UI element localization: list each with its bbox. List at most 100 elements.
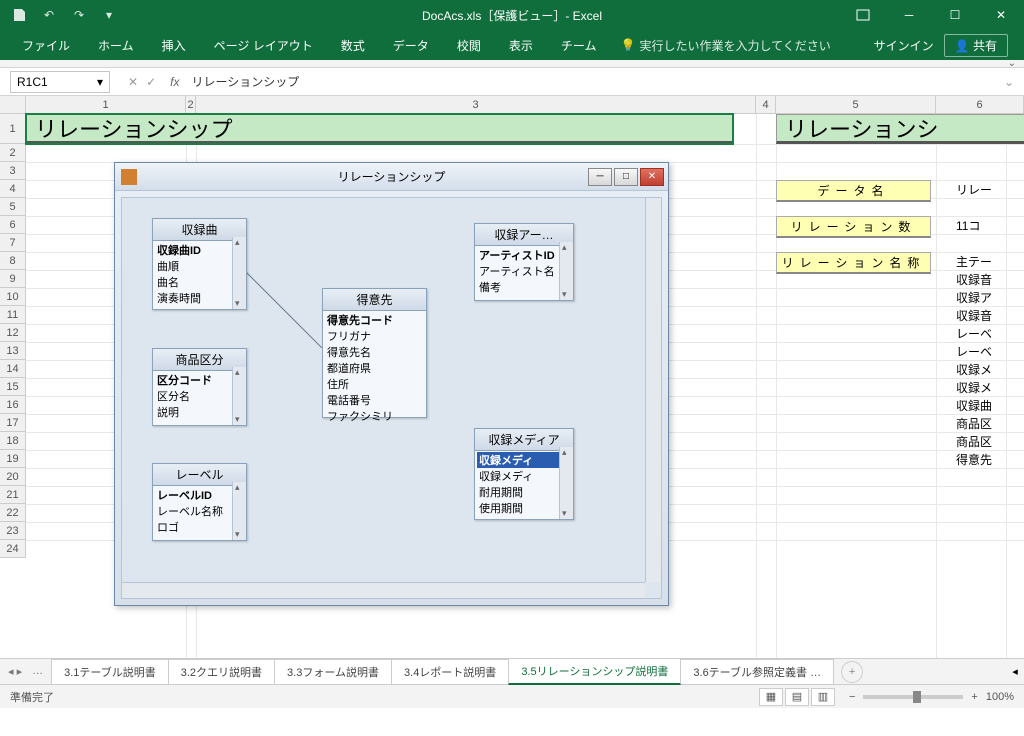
field-pk[interactable]: 得意先コード (325, 312, 424, 328)
cell-title-b[interactable]: リレーションシ (776, 114, 1024, 144)
cell-value[interactable]: 商品区 (956, 433, 992, 450)
hscroll-left-icon[interactable]: ◂ (1006, 665, 1024, 678)
tab-data[interactable]: データ (379, 30, 443, 60)
row-header[interactable]: 5 (0, 198, 25, 216)
cell-value[interactable]: 収録音 (956, 271, 992, 288)
field[interactable]: ロゴ (155, 519, 244, 535)
row-header[interactable]: 11 (0, 306, 25, 324)
page-layout-view-icon[interactable]: ▤ (785, 688, 809, 706)
col-header[interactable]: 5 (776, 96, 936, 113)
col-header[interactable]: 3 (196, 96, 756, 113)
save-icon[interactable] (6, 2, 32, 28)
scrollbar[interactable] (232, 482, 246, 540)
table-recsong[interactable]: 収録曲 収録曲ID曲順曲名演奏時間 (152, 218, 247, 310)
minimize-icon[interactable]: ─ (886, 0, 932, 30)
redo-icon[interactable]: ↷ (66, 2, 92, 28)
field[interactable]: 演奏時間 (155, 290, 244, 306)
embed-vscroll[interactable] (645, 198, 661, 582)
field[interactable]: ファクシミリ (325, 408, 424, 424)
cell-value[interactable]: リレー (956, 181, 992, 198)
formula-input[interactable]: リレーションシップ (185, 71, 993, 92)
row-header[interactable]: 13 (0, 342, 25, 360)
row-header[interactable]: 24 (0, 540, 25, 558)
row-header[interactable]: 12 (0, 324, 25, 342)
field-pk[interactable]: アーティストID (477, 247, 571, 263)
qa-customize-icon[interactable]: ▾ (96, 2, 122, 28)
field[interactable]: 説明 (155, 404, 244, 420)
table-label[interactable]: レーベル レーベルIDレーベル名称ロゴ (152, 463, 247, 541)
row-header[interactable]: 21 (0, 486, 25, 504)
field[interactable]: 曲順 (155, 258, 244, 274)
embed-minimize-icon[interactable]: ─ (588, 168, 612, 186)
relationship-window[interactable]: リレーションシップ ─ □ ✕ 収録曲 収録曲ID曲順曲名演奏時間 (114, 162, 669, 606)
row-header[interactable]: 22 (0, 504, 25, 522)
normal-view-icon[interactable]: ▦ (759, 688, 783, 706)
table-customer[interactable]: 得意先 得意先コードフリガナ得意先名都道府県住所電話番号ファクシミリ (322, 288, 427, 418)
tab-page-layout[interactable]: ページ レイアウト (200, 30, 327, 60)
tab-formulas[interactable]: 数式 (327, 30, 379, 60)
tab-review[interactable]: 校閲 (443, 30, 495, 60)
field[interactable]: 使用期間 (477, 500, 571, 516)
field[interactable]: 電話番号 (325, 392, 424, 408)
field[interactable]: フリガナ (325, 328, 424, 344)
zoom-out-icon[interactable]: − (849, 691, 855, 703)
cancel-icon[interactable]: ✕ (128, 75, 138, 89)
embed-maximize-icon[interactable]: □ (614, 168, 638, 186)
zoom-slider[interactable] (863, 695, 963, 699)
relationship-titlebar[interactable]: リレーションシップ ─ □ ✕ (115, 163, 668, 191)
tab-insert[interactable]: 挿入 (148, 30, 200, 60)
row-header[interactable]: 9 (0, 270, 25, 288)
field[interactable]: 収録メディ (477, 468, 571, 484)
page-break-view-icon[interactable]: ▥ (811, 688, 835, 706)
worksheet-grid[interactable]: 1 2 3 4 5 6 1234567891011121314151617181… (0, 96, 1024, 658)
cell-value[interactable]: レーベ (956, 343, 992, 360)
field[interactable]: 都道府県 (325, 360, 424, 376)
sheet-tab[interactable]: 3.6テーブル参照定義書 … (680, 659, 834, 684)
ribbon-expand-icon[interactable]: ⌄ (1008, 58, 1016, 69)
close-icon[interactable]: ✕ (978, 0, 1024, 30)
field-pk[interactable]: レーベルID (155, 487, 244, 503)
table-media[interactable]: 収録メディア 収録メディ収録メディ耐用期間使用期間 (474, 428, 574, 520)
formula-expand-icon[interactable]: ⌄ (994, 75, 1024, 89)
field[interactable]: 得意先名 (325, 344, 424, 360)
sheet-tab[interactable]: 3.3フォーム説明書 (274, 659, 392, 684)
row-header[interactable]: 20 (0, 468, 25, 486)
field[interactable]: アーティスト名 (477, 263, 571, 279)
col-header[interactable]: 6 (936, 96, 1024, 113)
cell-value[interactable]: 収録ア (956, 289, 992, 306)
relationship-canvas[interactable]: 収録曲 収録曲ID曲順曲名演奏時間 商品区分 区分コード区分名説明 レーベル レ… (121, 197, 662, 599)
sheet-tab[interactable]: 3.1テーブル説明書 (51, 659, 169, 684)
row-header[interactable]: 7 (0, 234, 25, 252)
tell-me[interactable]: 💡実行したい作業を入力してください (620, 37, 830, 54)
row-header[interactable]: 14 (0, 360, 25, 378)
cell-title-a[interactable]: リレーションシップ (26, 114, 733, 144)
cell-value[interactable]: 収録曲 (956, 397, 992, 414)
field[interactable]: 耐用期間 (477, 484, 571, 500)
row-header[interactable]: 10 (0, 288, 25, 306)
zoom-in-icon[interactable]: + (971, 691, 977, 703)
row-header[interactable]: 23 (0, 522, 25, 540)
sheet-tab[interactable]: 3.2クエリ説明書 (168, 659, 275, 684)
row-header[interactable]: 19 (0, 450, 25, 468)
field-pk[interactable]: 収録曲ID (155, 242, 244, 258)
scrollbar[interactable] (232, 367, 246, 425)
cell-value[interactable]: レーベ (956, 325, 992, 342)
embed-hscroll[interactable] (122, 582, 645, 598)
row-header[interactable]: 1 (0, 114, 25, 144)
tab-file[interactable]: ファイル (8, 30, 84, 60)
row-header[interactable]: 2 (0, 144, 25, 162)
row-header[interactable]: 18 (0, 432, 25, 450)
cell-value[interactable]: 収録メ (956, 361, 992, 378)
select-all-corner[interactable] (0, 96, 26, 113)
ribbon-options-icon[interactable] (840, 0, 886, 30)
field-pk[interactable]: 区分コード (155, 372, 244, 388)
cell-value[interactable]: 商品区 (956, 415, 992, 432)
field[interactable]: 住所 (325, 376, 424, 392)
table-category[interactable]: 商品区分 区分コード区分名説明 (152, 348, 247, 426)
maximize-icon[interactable]: ☐ (932, 0, 978, 30)
sheet-tab-active[interactable]: 3.5リレーションシップ説明書 (508, 658, 681, 685)
row-header[interactable]: 4 (0, 180, 25, 198)
chevron-down-icon[interactable]: ▾ (97, 75, 103, 89)
share-button[interactable]: 👤 共有 (944, 34, 1008, 57)
field-pk[interactable]: 収録メディ (477, 452, 571, 468)
